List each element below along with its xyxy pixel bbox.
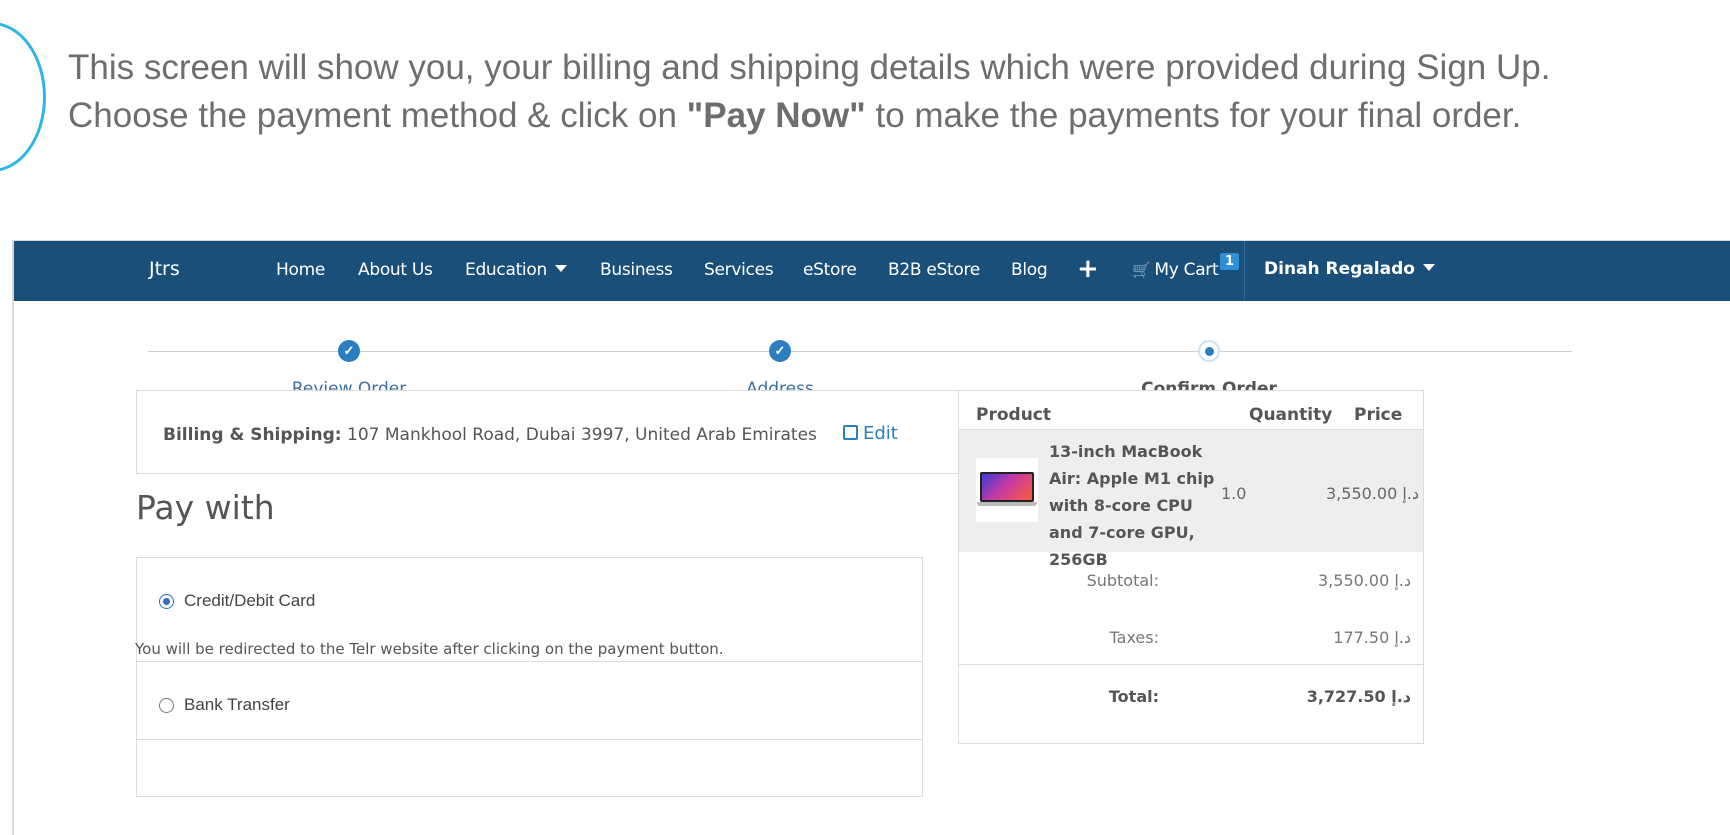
user-name: Dinah Regalado: [1264, 259, 1415, 279]
intro-text: This screen will show you, your billing …: [68, 44, 1708, 140]
pay-with-heading: Pay with: [136, 488, 275, 527]
chevron-down-icon: [554, 265, 567, 272]
current-step-icon: [1198, 340, 1220, 362]
nav-b2b-estore[interactable]: B2B eStore: [888, 260, 980, 280]
nav-about-us[interactable]: About Us: [358, 260, 433, 280]
header-quantity: Quantity: [1249, 405, 1333, 425]
pay-now-emphasis: "Pay Now": [686, 96, 866, 135]
subtotal-label: Subtotal:: [1086, 571, 1159, 590]
decorative-circle: [0, 22, 46, 172]
subtotal-value: 3,550.00 د.إ: [1318, 571, 1411, 590]
order-summary: Product Quantity Price 13-inch MacBook A…: [958, 390, 1424, 744]
check-icon: ✓: [769, 340, 791, 362]
chevron-down-icon: [1422, 264, 1435, 271]
radio-credit-debit-card[interactable]: [159, 594, 174, 609]
cart-label: My Cart: [1154, 260, 1219, 280]
edit-address-link[interactable]: Edit: [843, 423, 898, 444]
laptop-screen: [980, 472, 1034, 502]
stepper-line: [148, 351, 1572, 352]
option-divider: [137, 661, 922, 662]
option-divider: [137, 739, 922, 740]
nav-estore[interactable]: eStore: [803, 260, 857, 280]
nav-home[interactable]: Home: [276, 260, 325, 280]
nav-education[interactable]: Education: [465, 260, 567, 280]
edit-label: Edit: [863, 423, 898, 444]
header-price: Price: [1354, 405, 1403, 425]
nav-divider: [1244, 241, 1245, 301]
taxes-label: Taxes:: [1109, 628, 1159, 647]
cart-icon: 🛒: [1132, 261, 1151, 279]
product-price: 3,550.00 د.إ: [1326, 484, 1419, 503]
billing-shipping-box: Billing & Shipping: 107 Mankhool Road, D…: [136, 390, 1004, 474]
product-thumbnail: [976, 458, 1038, 522]
payment-options: Credit/Debit Card You will be redirected…: [135, 557, 923, 797]
nav-blog[interactable]: Blog: [1011, 260, 1048, 280]
total-divider: [959, 664, 1423, 665]
billing-address: 107 Mankhool Road, Dubai 3997, United Ar…: [341, 425, 817, 445]
intro-line-2-start: Choose the payment method & click on: [68, 96, 687, 135]
edit-icon: [843, 425, 858, 440]
table-row: 13-inch MacBook Air: Apple M1 chip with …: [959, 429, 1423, 569]
billing-shipping-text: Billing & Shipping: 107 Mankhool Road, D…: [163, 425, 817, 445]
intro-line-1: This screen will show you, your billing …: [68, 48, 1551, 87]
taxes-value: 177.50 د.إ: [1333, 628, 1411, 647]
cart-count-badge: 1: [1220, 253, 1240, 270]
product-name[interactable]: 13-inch MacBook Air: Apple M1 chip with …: [1049, 438, 1229, 573]
header-product: Product: [976, 405, 1051, 425]
brand-logo[interactable]: Jtrs: [149, 258, 180, 280]
navbar: Jtrs Home About Us Education Business Se…: [14, 241, 1730, 301]
user-menu[interactable]: Dinah Regalado: [1264, 259, 1435, 279]
bank-transfer-label[interactable]: Bank Transfer: [184, 695, 290, 715]
check-icon: ✓: [338, 340, 360, 362]
plus-icon[interactable]: +: [1077, 254, 1099, 284]
product-quantity: 1.0: [1221, 484, 1247, 503]
telr-redirect-note: You will be redirected to the Telr websi…: [135, 640, 724, 658]
radio-bank-transfer[interactable]: [159, 698, 174, 713]
total-label: Total:: [1108, 687, 1159, 706]
intro-line-2-end: to make the payments for your final orde…: [865, 96, 1522, 135]
intro-line-2: Choose the payment method & click on "Pa…: [68, 92, 1708, 140]
nav-education-label: Education: [465, 260, 547, 280]
total-value: 3,727.50 د.إ: [1306, 687, 1411, 706]
nav-business[interactable]: Business: [600, 260, 673, 280]
credit-debit-card-label[interactable]: Credit/Debit Card: [184, 591, 315, 611]
nav-services[interactable]: Services: [704, 260, 774, 280]
nav-my-cart[interactable]: 🛒 My Cart: [1132, 260, 1219, 280]
laptop-base: [977, 502, 1037, 506]
billing-label: Billing & Shipping:: [163, 425, 342, 445]
